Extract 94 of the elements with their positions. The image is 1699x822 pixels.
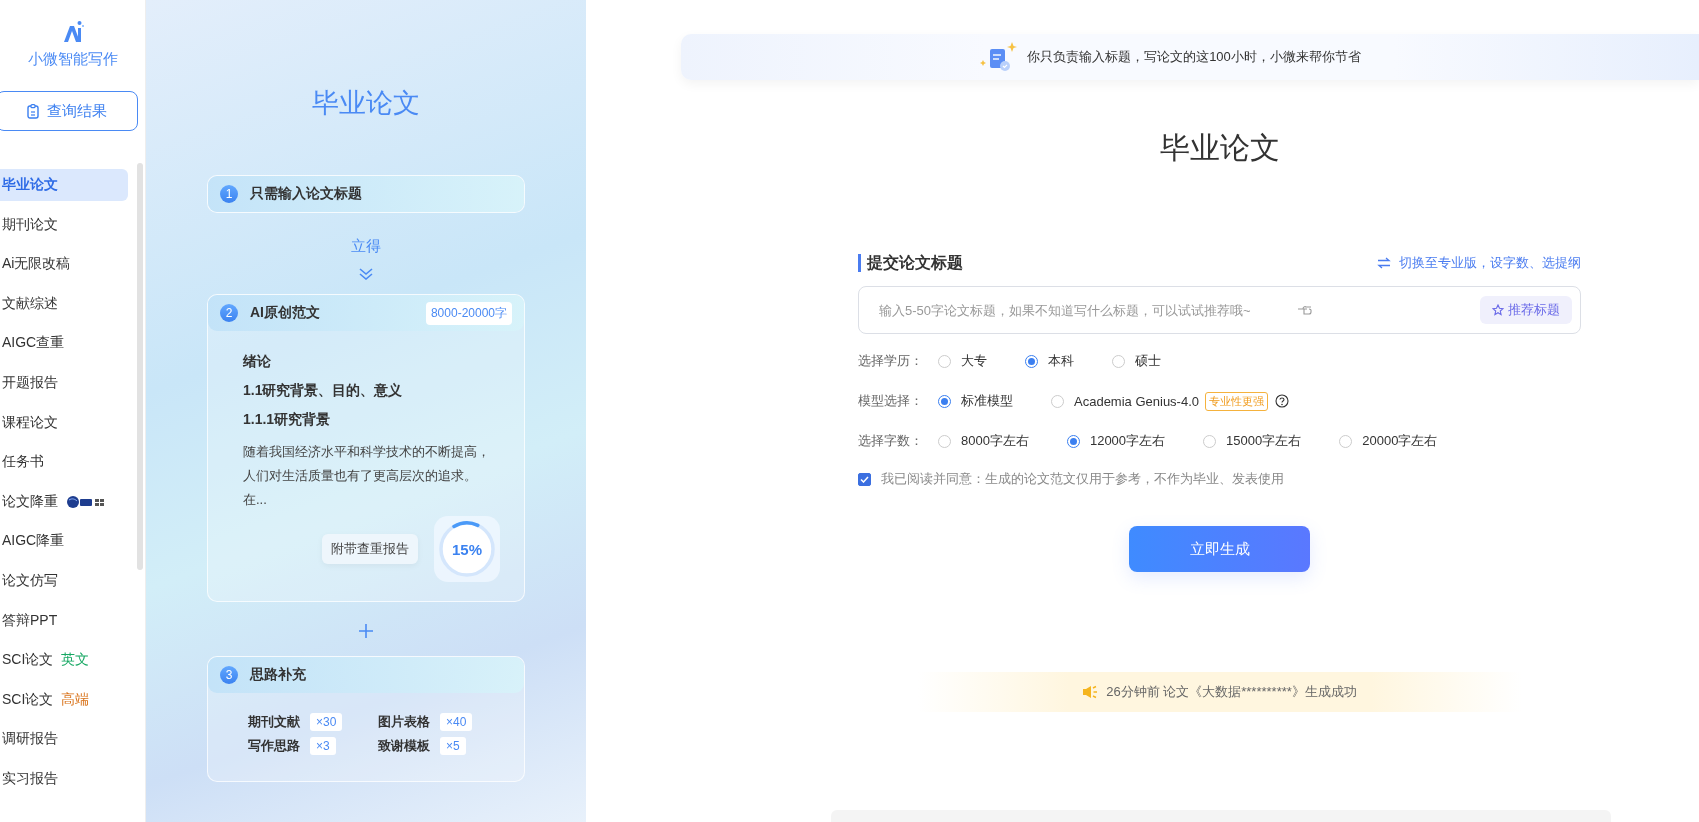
sidebar-item-label: SCI论文 [2, 690, 54, 709]
sidebar-item-label: 毕业论文 [2, 176, 58, 194]
sidebar-item[interactable]: 论文降重 [0, 485, 128, 518]
extra-label: 期刊文献 [248, 713, 300, 731]
sidebar-item[interactable]: 开题报告 [0, 366, 128, 399]
swap-icon [1377, 257, 1391, 269]
radio-option[interactable]: 大专 [938, 352, 987, 370]
sidebar-item[interactable]: 期刊论文 [0, 208, 128, 241]
extra-label: 图片表格 [378, 713, 430, 731]
sidebar-item[interactable]: AIGC降重 [0, 525, 128, 558]
sample-heading: 1.1研究背景、目的、意义 [243, 382, 404, 400]
sidebar-item[interactable]: Ai无限改稿 [0, 248, 128, 281]
sidebar-item[interactable]: 任务书 [0, 446, 128, 479]
radio-option[interactable]: 标准模型 [938, 392, 1013, 410]
step-title: 思路补充 [250, 666, 307, 684]
step-number: 3 [220, 666, 238, 684]
sidebar-item[interactable]: 答辩PPT [0, 604, 128, 637]
count-badge: ×40 [440, 713, 473, 731]
radio-option[interactable]: 硕士 [1112, 352, 1161, 370]
sample-text-line: 在... [243, 491, 268, 509]
sample-text-line: 人们对生活质量也有了更高层次的追求。 [243, 467, 478, 485]
section-title: 提交论文标题 [858, 254, 963, 272]
count-badge: ×5 [440, 737, 466, 755]
notice-text: 26分钟前 论文《大数据**********》生成成功 [1106, 683, 1357, 701]
sidebar-item[interactable]: AIGC查重 [0, 327, 128, 360]
sidebar-item-label: 期刊论文 [2, 215, 58, 234]
sample-heading: 1.1.1研究背景 [243, 411, 332, 429]
sidebar-item[interactable]: 论文仿写 [0, 564, 128, 597]
option-label: 选择学历： [858, 352, 924, 370]
sidebar-item-label: 任务书 [2, 453, 44, 472]
query-results-button[interactable]: 查询结果 [0, 91, 138, 131]
agreement-checkbox[interactable] [858, 472, 871, 486]
option-label: 模型选择： [858, 392, 924, 410]
item-tag: 英文 [61, 651, 90, 670]
sidebar-item[interactable]: 文献综述 [0, 287, 128, 320]
sidebar-item[interactable]: 毕业论文 [0, 169, 128, 201]
sidebar-item-label: AIGC查重 [2, 334, 65, 353]
step-title: 只需输入论文标题 [250, 185, 363, 203]
option-tag: 专业性更强 [1205, 391, 1268, 411]
sidebar-item-label: 课程论文 [2, 413, 58, 432]
sidebar-item-label: 实习报告 [2, 769, 58, 788]
step-number: 2 [220, 304, 238, 322]
sidebar-item-label: 答辩PPT [2, 611, 58, 630]
radio-option[interactable]: 12000字左右 [1066, 432, 1166, 450]
count-badge: ×30 [310, 713, 343, 731]
brand-name: 小微智能写作 [27, 50, 118, 69]
plus-icon [359, 624, 373, 638]
extra-label: 致谢模板 [378, 737, 430, 755]
slogan-text: 你只负责输入标题，写论文的这100小时，小微来帮你节省 [1027, 48, 1361, 66]
sample-text-line: 随着我国经济水平和科学技术的不断提高， [243, 443, 491, 461]
sidebar-item[interactable]: SCI论文 英文 [0, 644, 128, 677]
sidebar-item-label: 调研报告 [2, 730, 58, 749]
speaker-icon [1082, 685, 1099, 699]
sidebar-item-label: 论文降重 [2, 492, 58, 511]
agreement-text: 我已阅读并同意：生成的论文范文仅用于参考，不作为毕业、发表使用 [881, 470, 1284, 488]
radio-option[interactable]: 8000字左右 [938, 432, 1029, 450]
sample-heading: 绪论 [243, 353, 272, 371]
recommend-title-button[interactable]: 推荐标题 [1480, 296, 1572, 324]
sidebar-item-label: 文献综述 [2, 294, 58, 313]
page-title: 毕业论文 [1158, 130, 1281, 166]
step-title: AI原创范文 [250, 304, 321, 322]
similarity-value: 15% [452, 540, 482, 558]
clipboard-icon [27, 103, 39, 119]
sidebar-item[interactable]: 实习报告 [0, 762, 128, 795]
sidebar-item-label: Ai无限改稿 [2, 255, 71, 274]
sidebar-item-label: 开题报告 [2, 373, 58, 392]
word-count-badge: 8000-20000字 [425, 301, 512, 325]
logo-icon [61, 20, 84, 44]
scrollbar[interactable] [137, 163, 143, 570]
sidebar-item[interactable]: SCI论文 高端 [0, 683, 128, 716]
item-tag: 高端 [61, 690, 90, 709]
help-icon[interactable] [1275, 394, 1289, 408]
radio-option[interactable]: 15000字左右 [1203, 432, 1302, 450]
radio-option[interactable]: 20000字左右 [1339, 432, 1438, 450]
switch-link[interactable]: 切换至专业版，设字数、选提纲 [1377, 254, 1581, 272]
showcase-title: 毕业论文 [312, 87, 420, 120]
extra-label: 写作思路 [248, 737, 300, 755]
sidebar-item[interactable]: 调研报告 [0, 723, 128, 756]
sidebar-item-label: AIGC降重 [2, 532, 65, 551]
globe-logo-icon [66, 494, 106, 509]
radio-option[interactable]: 本科 [1025, 352, 1074, 370]
step-number: 1 [220, 185, 238, 203]
sidebar-item-label: SCI论文 [2, 651, 54, 670]
option-label: 选择字数： [858, 432, 924, 450]
report-tooltip: 附带查重报告 [322, 534, 418, 564]
arrow-label: 立得 [351, 237, 381, 256]
generate-button[interactable]: 立即生成 [1129, 526, 1310, 572]
sidebar-item-label: 论文仿写 [2, 571, 58, 590]
radio-option[interactable]: Academia Genius-4.0 专业性更强 [1051, 391, 1289, 411]
count-badge: ×3 [310, 737, 336, 755]
sidebar-item[interactable]: 课程论文 [0, 406, 128, 439]
title-input-field[interactable]: 输入5-50字论文标题，如果不知道写什么标题，可以试试推荐哦~ 推荐标题 [858, 286, 1581, 334]
star-icon [1492, 304, 1504, 316]
double-chevron-down-icon [359, 268, 373, 280]
